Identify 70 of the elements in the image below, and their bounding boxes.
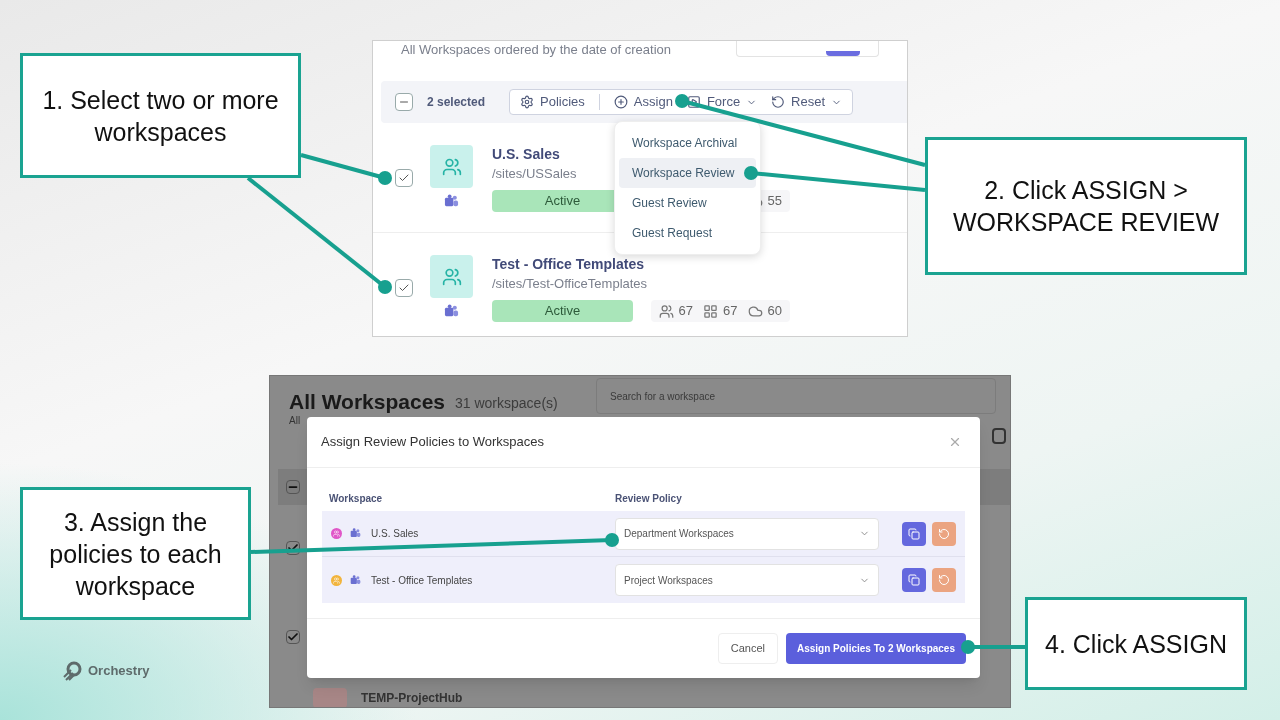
- row-checkbox[interactable]: [395, 169, 413, 187]
- callout-box: 2. Click ASSIGN > WORKSPACE REVIEW: [925, 137, 1247, 275]
- policy-select[interactable]: Project Workspaces: [615, 564, 879, 596]
- action-button[interactable]: Policies: [520, 92, 585, 112]
- check-icon: [398, 172, 410, 184]
- copy-icon: [908, 574, 920, 586]
- check-icon: [287, 631, 299, 643]
- copy-icon: [908, 527, 920, 540]
- plus-circle-icon: [613, 95, 628, 109]
- callout-box: 1. Select two or more workspaces: [20, 53, 301, 178]
- search-field[interactable]: Search for a workspace: [596, 378, 996, 414]
- workspace-name: Test - Office Templates: [371, 573, 473, 588]
- subtitle: All Workspaces ordered by the date of creation: [401, 42, 672, 58]
- stat-count: 67: [723, 302, 738, 321]
- row-checkbox[interactable]: [395, 279, 413, 297]
- logo-icon: [62, 661, 82, 681]
- menu-item[interactable]: Guest Request: [619, 218, 756, 248]
- row-checkbox[interactable]: [286, 541, 300, 555]
- row-checkbox[interactable]: [286, 630, 300, 644]
- menu-item[interactable]: Workspace Archival: [619, 128, 756, 158]
- cloud-icon: [747, 303, 763, 319]
- brand-name: Orchestry: [88, 662, 150, 681]
- partial-field[interactable]: [736, 41, 879, 57]
- action-button[interactable]: Reset: [771, 92, 843, 112]
- workspace-count: 31 workspace(s): [455, 394, 558, 412]
- people-icon: [658, 303, 674, 319]
- stat-count: 67: [678, 302, 694, 321]
- action-button[interactable]: Assign: [613, 92, 673, 112]
- callout-box: 4. Click ASSIGN: [1025, 597, 1247, 690]
- cancel-button[interactable]: Cancel: [717, 633, 778, 664]
- grid-icon: [703, 303, 719, 319]
- workspace-path: /sites/Test-OfficeTemplates: [492, 275, 648, 293]
- team-icon: [350, 574, 361, 586]
- column-header: Review Policy: [615, 491, 682, 506]
- team-icon: [444, 304, 459, 319]
- gear-icon: [520, 95, 535, 109]
- callout-box: 3. Assign the policies to each workspace: [20, 487, 251, 620]
- close-icon[interactable]: [948, 435, 962, 449]
- workspace-name[interactable]: Test - Office Templates: [492, 255, 644, 273]
- page-subtitle: All: [288, 415, 302, 427]
- workspace-tile: [313, 688, 347, 707]
- select-all-checkbox[interactable]: [286, 480, 300, 494]
- column-header: Workspace: [328, 491, 384, 506]
- action-button[interactable]: [826, 51, 860, 56]
- workspace-name: U.S. Sales: [371, 527, 419, 541]
- team-icon: [350, 528, 361, 539]
- undo-icon: [771, 95, 786, 109]
- group-icon: [441, 266, 462, 287]
- status-badge: Active: [492, 300, 633, 322]
- page-title: All Workspaces: [289, 389, 445, 415]
- undo-icon: [938, 574, 950, 586]
- select-all-checkbox[interactable]: [395, 93, 413, 111]
- dialog-title: Assign Review Policies to Workspaces: [321, 433, 544, 452]
- check-icon: [398, 282, 410, 294]
- workspace-name[interactable]: TEMP-ProjectHub: [361, 689, 463, 707]
- policy-select[interactable]: Department Workspaces: [615, 517, 879, 550]
- workspace-name[interactable]: U.S. Sales: [492, 145, 560, 163]
- stat-count: 60: [767, 302, 782, 321]
- workspace-path: /sites/USSales: [492, 165, 577, 183]
- team-icon: [444, 194, 459, 209]
- confirm-button[interactable]: Assign Policies To 2 Workspaces: [785, 633, 966, 664]
- menu-item[interactable]: Workspace Review: [619, 158, 756, 188]
- selection-count: 2 selected: [427, 94, 486, 111]
- leader-line: [961, 640, 1025, 654]
- group-icon: [441, 156, 462, 177]
- copy-button[interactable]: [902, 521, 926, 546]
- stat-count: 55: [767, 192, 782, 211]
- action-button[interactable]: Force: [686, 92, 758, 112]
- undo-icon: [938, 527, 950, 540]
- copy-button[interactable]: [902, 568, 926, 592]
